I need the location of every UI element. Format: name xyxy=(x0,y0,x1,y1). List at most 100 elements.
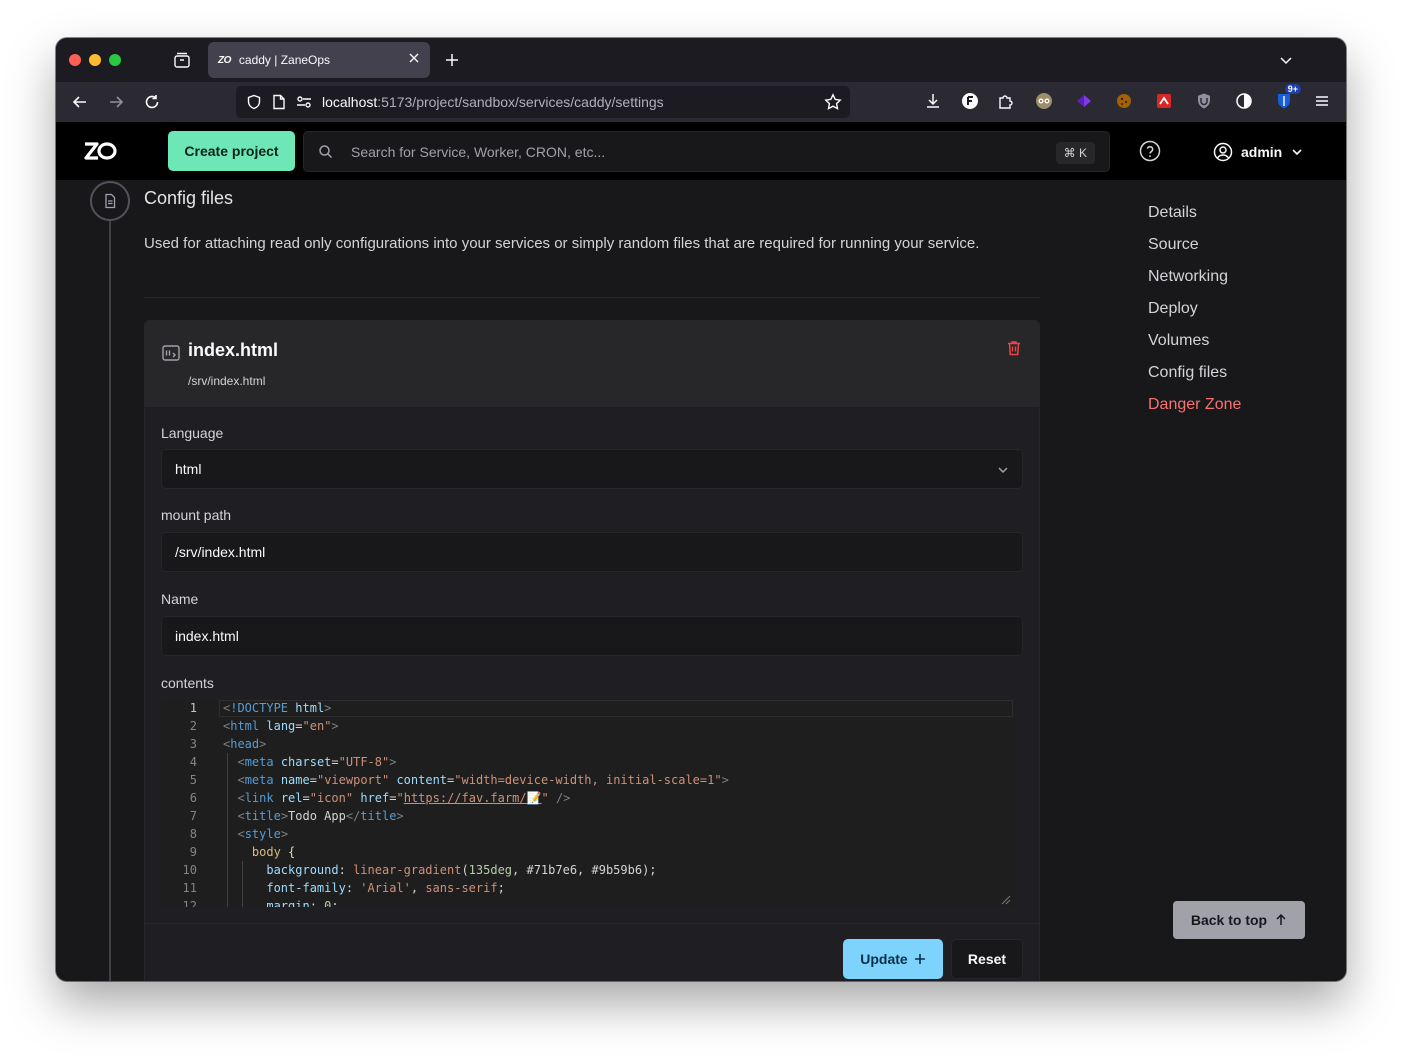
help-icon[interactable] xyxy=(1139,140,1161,162)
extension-contrast-icon[interactable] xyxy=(1233,90,1255,112)
page-info-icon[interactable] xyxy=(272,94,286,110)
user-menu[interactable]: admin xyxy=(1213,142,1304,162)
reload-icon[interactable] xyxy=(140,90,164,114)
code-token: = xyxy=(331,755,339,769)
code-token: > xyxy=(721,773,729,787)
code-token: lang xyxy=(266,719,296,733)
code-token: meta xyxy=(244,755,274,769)
mount-path-label: mount path xyxy=(161,507,232,523)
app-header: Create project Search for Service, Worke… xyxy=(56,122,1346,180)
code-line: <html lang="en"> xyxy=(223,719,339,733)
close-window-button[interactable] xyxy=(69,54,81,66)
code-token: html xyxy=(230,719,260,733)
global-search-input[interactable]: Search for Service, Worker, CRON, etc...… xyxy=(303,131,1110,172)
config-file-header[interactable]: index.html /srv/index.html xyxy=(145,321,1039,407)
code-token: < xyxy=(237,773,245,787)
tab-caddy[interactable]: ZO caddy | ZaneOps xyxy=(208,42,430,78)
maximize-window-button[interactable] xyxy=(109,54,121,66)
bookmark-star-icon[interactable] xyxy=(824,93,842,111)
name-input[interactable]: index.html xyxy=(161,616,1023,656)
update-button[interactable]: Update xyxy=(843,939,943,979)
language-select[interactable]: html xyxy=(161,449,1023,489)
code-line: body { xyxy=(223,845,295,859)
code-token: : xyxy=(309,899,325,907)
code-line: <title>Todo App</title> xyxy=(223,809,404,823)
toc-item-source[interactable]: Source xyxy=(1148,236,1199,254)
app-menu-icon[interactable] xyxy=(1311,90,1333,112)
code-token: > xyxy=(396,809,404,823)
code-token: = xyxy=(309,773,317,787)
mount-path-value: /srv/index.html xyxy=(175,544,266,560)
url-host: localhost xyxy=(322,94,378,110)
toc-item-deploy[interactable]: Deploy xyxy=(1148,300,1198,318)
toc-item-details[interactable]: Details xyxy=(1148,204,1197,222)
reset-button[interactable]: Reset xyxy=(951,939,1023,979)
config-file-path: /srv/index.html xyxy=(188,374,266,388)
code-token: < xyxy=(237,791,245,805)
back-arrow-icon[interactable] xyxy=(68,90,92,114)
address-bar[interactable]: localhost:5173/project/sandbox/services/… xyxy=(236,86,850,118)
code-token: ; xyxy=(331,899,339,907)
code-token: 135deg xyxy=(468,863,513,877)
shield-icon[interactable] xyxy=(246,94,262,110)
extensions-puzzle-icon[interactable] xyxy=(995,90,1017,112)
forward-arrow-icon[interactable] xyxy=(104,90,128,114)
code-line: <head> xyxy=(223,737,266,751)
line-number: 8 xyxy=(189,827,197,841)
code-token: name xyxy=(280,773,310,787)
code-token: title xyxy=(360,809,397,823)
code-token: link xyxy=(244,791,274,805)
extension-f-icon[interactable] xyxy=(959,90,981,112)
tab-overview-icon[interactable] xyxy=(170,48,194,72)
code-token: = xyxy=(295,719,303,733)
trash-icon[interactable] xyxy=(1005,339,1023,357)
bitwarden-icon[interactable]: 9+ xyxy=(1273,84,1301,112)
section-divider xyxy=(144,297,1040,298)
toc-item-networking[interactable]: Networking xyxy=(1148,268,1228,286)
minimize-window-button[interactable] xyxy=(89,54,101,66)
extension-eyes-icon[interactable] xyxy=(1033,90,1055,112)
code-token: background xyxy=(266,863,339,877)
list-all-tabs-icon[interactable] xyxy=(1274,48,1298,72)
zaneops-logo[interactable] xyxy=(83,140,117,162)
arrow-up-icon xyxy=(1276,914,1286,925)
line-number: 6 xyxy=(189,791,197,805)
code-token: head xyxy=(230,737,260,751)
new-tab-icon[interactable] xyxy=(440,48,464,72)
code-token: rel xyxy=(280,791,303,805)
toc-item-volumes[interactable]: Volumes xyxy=(1148,332,1209,350)
line-number: 11 xyxy=(182,881,197,895)
code-token: , xyxy=(410,881,426,895)
permissions-icon[interactable] xyxy=(296,95,312,109)
contents-code-editor[interactable]: 1 2 3 4 5 6 7 8 9 10 11 12 <!DOCTYPE html> <html lan… xyxy=(161,699,1017,907)
create-project-button[interactable]: Create project xyxy=(168,131,295,171)
update-label: Update xyxy=(860,951,908,967)
current-line-highlight xyxy=(219,700,1013,717)
resize-handle-icon[interactable] xyxy=(999,893,1011,905)
toc-item-danger-zone[interactable]: Danger Zone xyxy=(1148,396,1241,414)
extension-diamond-icon[interactable] xyxy=(1073,90,1095,112)
toc-item-config-files[interactable]: Config files xyxy=(1148,364,1227,382)
line-number: 10 xyxy=(182,863,197,877)
code-token: font-family xyxy=(266,881,346,895)
ublock-shield-icon[interactable] xyxy=(1193,90,1215,112)
tab-close-icon[interactable] xyxy=(407,51,421,68)
tab-title: caddy | ZaneOps xyxy=(238,53,331,67)
downloads-icon[interactable] xyxy=(922,90,944,112)
extension-red-icon[interactable] xyxy=(1153,90,1175,112)
code-token: : xyxy=(345,881,361,895)
extension-cookie-icon[interactable] xyxy=(1113,90,1135,112)
section-title: Config files xyxy=(144,188,234,208)
contents-label: contents xyxy=(161,675,214,691)
code-token: " xyxy=(541,791,549,805)
mount-path-input[interactable]: /srv/index.html xyxy=(161,532,1023,572)
code-token: href xyxy=(360,791,390,805)
back-to-top-button[interactable]: Back to top xyxy=(1173,901,1305,939)
code-token: < xyxy=(237,809,245,823)
